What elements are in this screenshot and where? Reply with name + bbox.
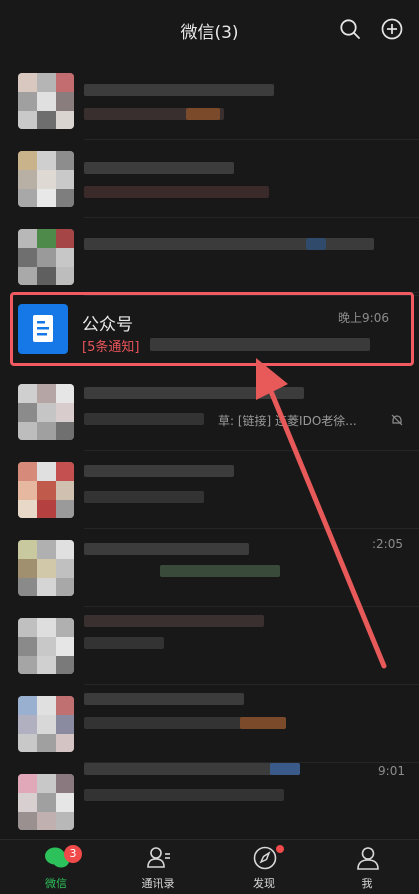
compass-icon [253,846,277,870]
tab-label: 微信 [45,877,67,890]
tab-contacts[interactable]: 通讯录 [106,840,210,894]
tab-label: 通讯录 [141,877,175,890]
unread-badge: 3 [64,845,82,863]
person-icon [357,847,379,870]
tab-chats[interactable]: 3 微信 [4,840,108,894]
contacts-icon [147,847,170,868]
tab-label: 发现 [253,877,275,890]
tab-me[interactable]: 我 [315,840,419,894]
annotation-arrow [256,358,387,669]
tab-discover[interactable]: 发现 [212,840,316,894]
new-dot [276,845,284,853]
bottom-tab-bar: 3 微信 通讯录 发现 我 [0,839,419,894]
tab-label: 我 [361,877,373,890]
